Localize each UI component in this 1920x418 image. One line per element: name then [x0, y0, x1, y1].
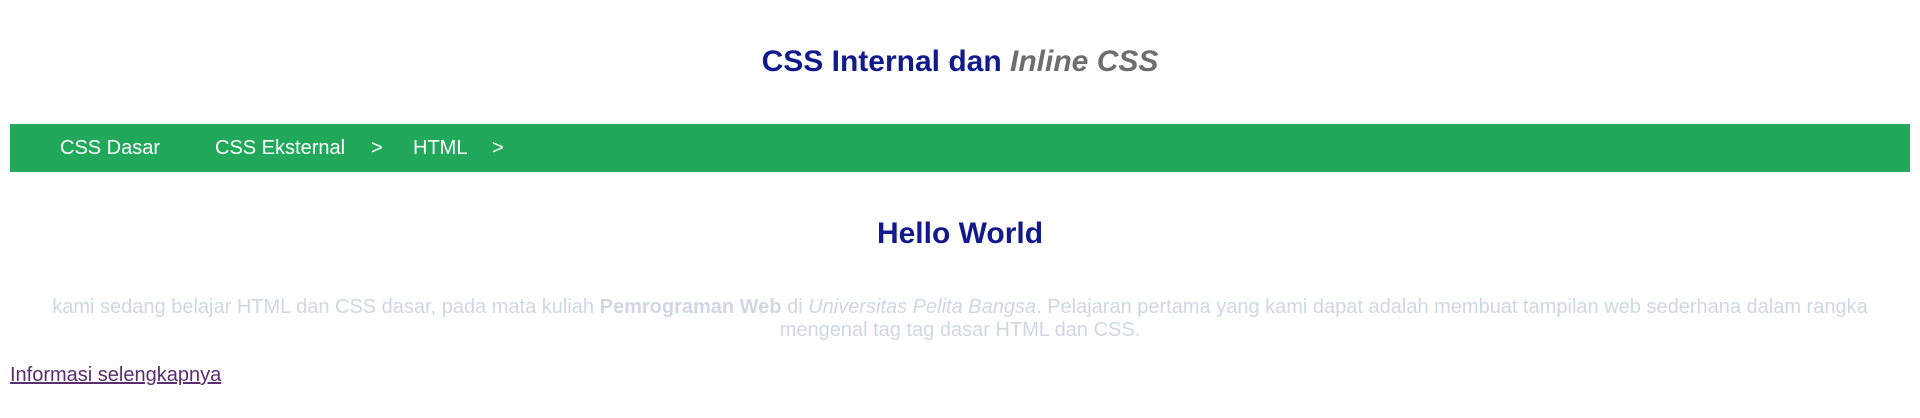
intro-text-1: kami sedang belajar HTML dan CSS dasar, … — [52, 296, 600, 318]
nav-item-css-dasar[interactable]: CSS Dasar — [60, 124, 160, 172]
page-title-italic: Inline CSS — [1010, 45, 1159, 78]
intro-paragraph: kami sedang belajar HTML dan CSS dasar, … — [40, 296, 1880, 342]
page-title-plain: CSS Internal dan — [761, 45, 1011, 78]
intro-italic-university: Universitas Pelita Bangsa — [808, 296, 1037, 318]
navbar: CSS Dasar CSS Eksternal > HTML > — [10, 124, 1910, 172]
nav-separator: > — [492, 137, 504, 159]
intro-bold-course: Pemrograman Web — [599, 296, 782, 318]
intro-text-2: di — [781, 296, 809, 318]
nav-item-html[interactable]: HTML — [413, 124, 467, 172]
nav-item-css-eksternal[interactable]: CSS Eksternal — [215, 124, 345, 172]
main-heading: Hello World — [876, 217, 1044, 250]
more-info-link[interactable]: Informasi selengkapnya — [10, 363, 221, 387]
page-title: CSS Internal dan Inline CSS — [0, 44, 1920, 80]
nav-separator: > — [371, 137, 383, 159]
